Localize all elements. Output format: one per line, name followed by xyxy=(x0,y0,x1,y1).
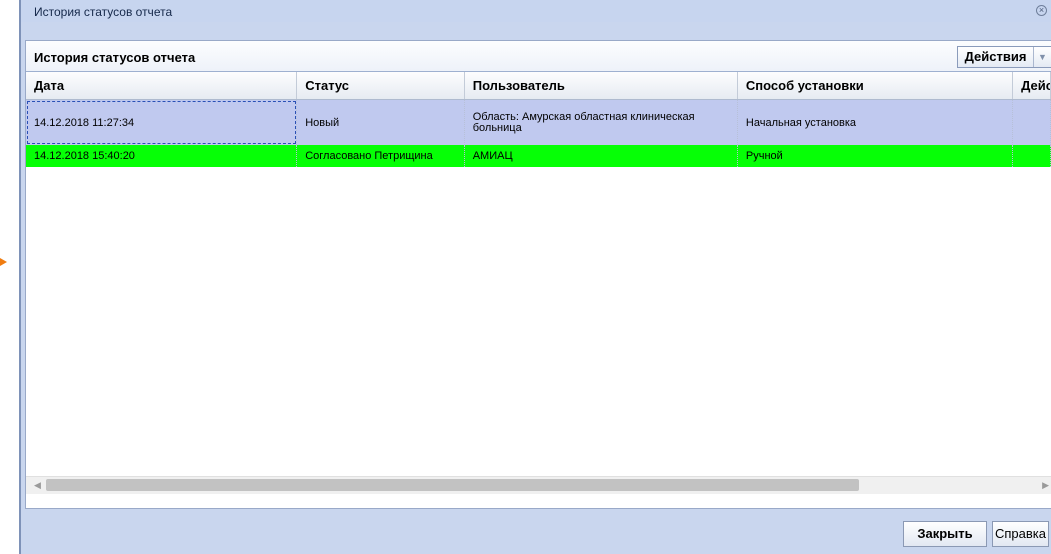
column-header-action[interactable]: Дейс xyxy=(1013,72,1051,99)
cell-date[interactable]: 14.12.2018 15:40:20 xyxy=(26,145,298,167)
cell-method[interactable]: Ручной xyxy=(738,145,1014,167)
close-icon[interactable]: × xyxy=(1036,5,1047,16)
dialog-titlebar[interactable]: История статусов отчета × xyxy=(21,0,1051,22)
cell-user[interactable]: АМИАЦ xyxy=(465,145,738,167)
column-header-method[interactable]: Способ установки xyxy=(738,72,1014,99)
actions-label[interactable]: Действия xyxy=(958,47,1034,67)
scrollbar-thumb[interactable] xyxy=(46,479,859,491)
cell-status[interactable]: Новый xyxy=(297,100,465,145)
dialog-title: История статусов отчета xyxy=(34,5,173,19)
help-button[interactable]: Справка xyxy=(992,521,1049,547)
cell-user[interactable]: Область: Амурская областная клиническая … xyxy=(465,100,738,145)
cell-action[interactable] xyxy=(1013,145,1051,167)
table-row[interactable]: 14.12.2018 11:27:34 Новый Область: Амурс… xyxy=(26,100,1051,145)
cell-action[interactable] xyxy=(1013,100,1051,145)
cell-status[interactable]: Согласовано Петрищина xyxy=(297,145,465,167)
side-pointer-arrow xyxy=(0,258,7,266)
status-history-dialog: История статусов отчета × История статус… xyxy=(19,0,1051,554)
panel-header: История статусов отчета Действия ▼ xyxy=(26,41,1051,72)
horizontal-scrollbar[interactable]: ◀ ▶ xyxy=(26,476,1051,494)
close-button[interactable]: Закрыть xyxy=(903,521,987,547)
status-grid-panel: История статусов отчета Действия ▼ Дата … xyxy=(25,40,1051,509)
cell-date[interactable]: 14.12.2018 11:27:34 xyxy=(26,100,298,145)
arrow-right-icon[interactable]: ▶ xyxy=(1042,480,1049,491)
column-header-user[interactable]: Пользователь xyxy=(465,72,738,99)
panel-title: История статусов отчета xyxy=(34,50,196,65)
column-header-status[interactable]: Статус xyxy=(297,72,465,99)
column-header-date[interactable]: Дата xyxy=(26,72,298,99)
arrow-left-icon[interactable]: ◀ xyxy=(34,480,41,491)
cell-method[interactable]: Начальная установка xyxy=(738,100,1014,145)
actions-button[interactable]: Действия ▼ xyxy=(957,46,1051,68)
chevron-down-icon[interactable]: ▼ xyxy=(1034,47,1051,67)
grid-header: Дата Статус Пользователь Способ установк… xyxy=(26,72,1051,100)
table-row[interactable]: 14.12.2018 15:40:20 Согласовано Петрищин… xyxy=(26,145,1051,167)
cell-user-text: Область: Амурская областная клиническая … xyxy=(472,110,695,134)
dialog-footer: Закрыть Справка xyxy=(25,509,1051,554)
